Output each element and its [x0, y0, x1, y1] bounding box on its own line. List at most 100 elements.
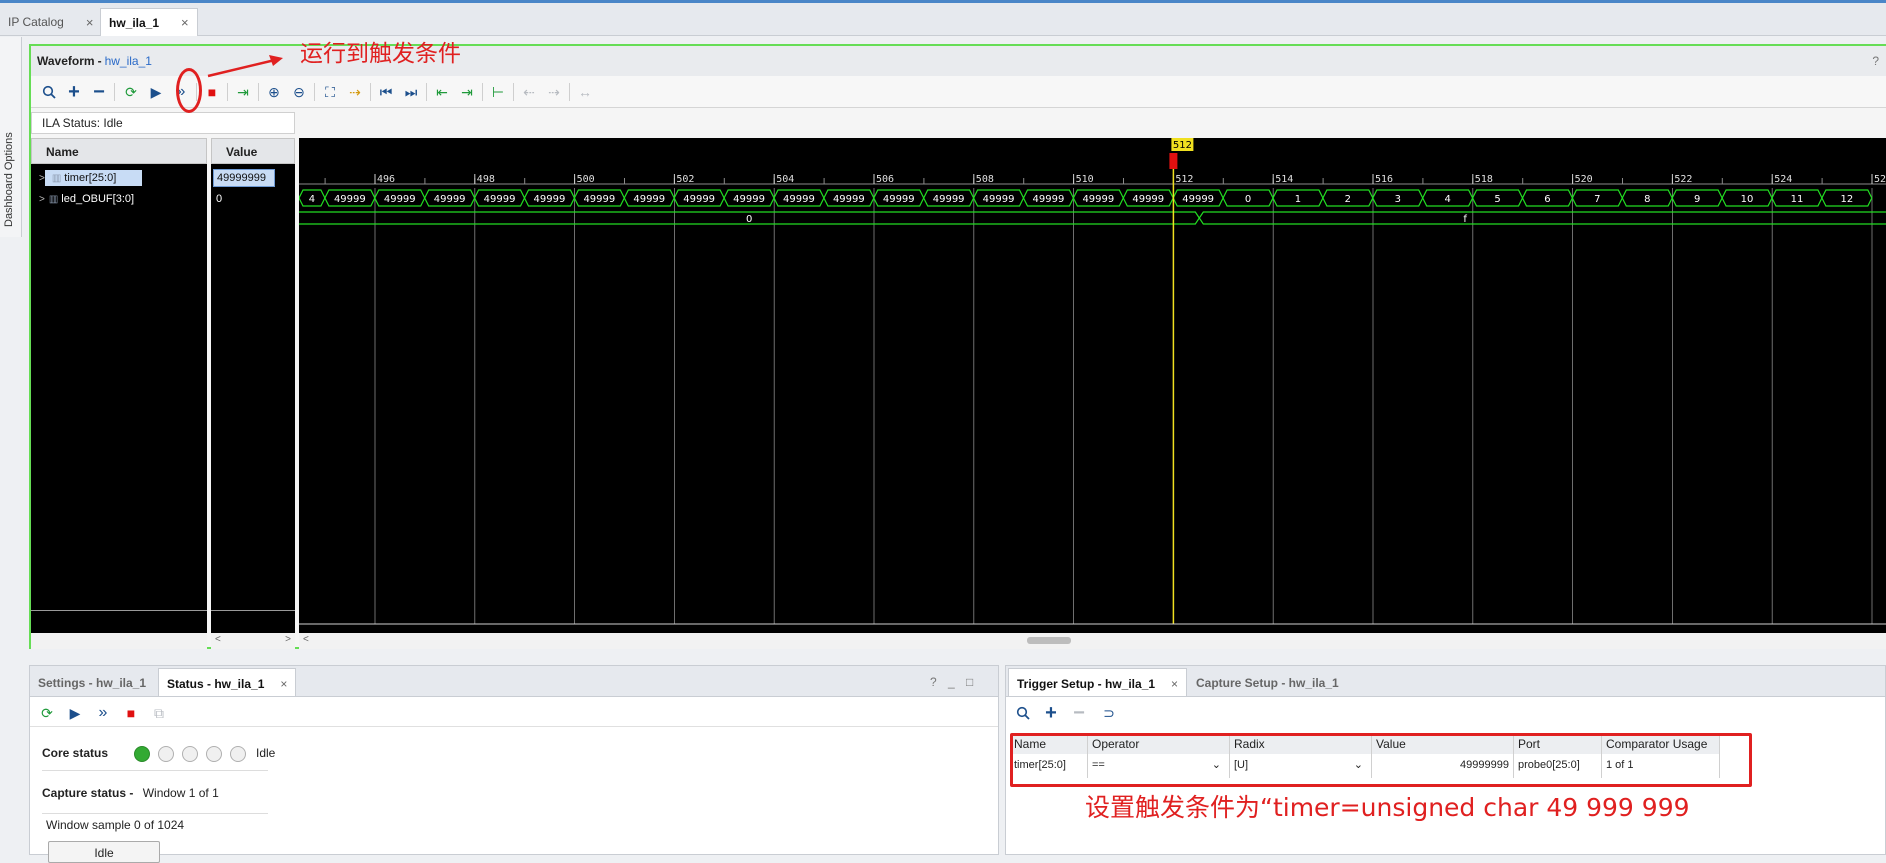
minimize-icon[interactable]: _: [948, 675, 955, 689]
add-marker-icon[interactable]: ⊢: [487, 81, 509, 103]
zoom-in-icon[interactable]: ⊕: [263, 81, 285, 103]
stop-icon[interactable]: ■: [120, 702, 142, 724]
toolbar-divider: [513, 83, 514, 101]
timer-bus-value: 6: [1544, 194, 1550, 205]
refresh-icon[interactable]: ⟳: [120, 81, 142, 103]
timer-bus-value: 7: [1594, 194, 1600, 205]
zoom-out-icon[interactable]: ⊖: [288, 81, 310, 103]
dashboard-options-label[interactable]: Dashboard Options: [3, 132, 15, 227]
ruler-tick-label: 516: [1375, 174, 1393, 185]
ruler-tick-label: 506: [876, 174, 894, 185]
timer-bus-value: 49999: [783, 194, 815, 205]
title-separator: -: [97, 54, 102, 68]
core-status-label: Core status: [42, 746, 109, 760]
timer-bus-value: 11: [1791, 194, 1804, 205]
close-icon[interactable]: ×: [86, 15, 94, 30]
close-icon[interactable]: ×: [1171, 677, 1178, 691]
search-icon[interactable]: [1012, 702, 1034, 724]
signal-row-timer[interactable]: > ▥ timer[25:0]: [31, 167, 207, 189]
ruler-tick-label: 518: [1475, 174, 1493, 185]
waveform-subtitle[interactable]: hw_ila_1: [105, 54, 152, 68]
tab-settings[interactable]: Settings - hw_ila_1: [30, 668, 154, 696]
refresh-icon[interactable]: ⟳: [36, 702, 58, 724]
prev-marker-icon[interactable]: ⇠: [518, 81, 540, 103]
ruler-tick-label: 500: [577, 174, 595, 185]
signal-name: timer[25:0]: [64, 172, 117, 184]
tab-capture-setup[interactable]: Capture Setup - hw_ila_1: [1188, 668, 1347, 696]
scroll-right-icon[interactable]: >: [285, 634, 291, 645]
waveform-window: Waveform - hw_ila_1 ? + − ⟳ ▶ » ■ ⇥ ⊕ ⊖ …: [29, 44, 1886, 649]
ruler-tick-label: 510: [1076, 174, 1094, 185]
tab-label: Settings - hw_ila_1: [38, 676, 147, 690]
search-icon[interactable]: [38, 81, 60, 103]
zoom-fit-icon[interactable]: ⛶: [319, 81, 341, 103]
timer-bus-value: 3: [1395, 194, 1401, 205]
timer-bus-value: 4: [1444, 194, 1450, 205]
value-row-timer: 49999999: [211, 167, 295, 189]
idle-button[interactable]: Idle: [48, 841, 160, 863]
status-panel: Settings - hw_ila_1 Status - hw_ila_1 × ?…: [29, 665, 999, 863]
tab-label: hw_ila_1: [109, 15, 160, 30]
trigger-setup-icon[interactable]: ⧉: [148, 702, 170, 724]
status-light: [158, 746, 174, 762]
scroll-left-icon[interactable]: <: [215, 634, 221, 645]
help-icon[interactable]: ?: [930, 675, 937, 689]
core-status-value: Idle: [256, 746, 276, 760]
run-trigger-icon[interactable]: ▶: [64, 702, 86, 724]
scroll-left-icon[interactable]: <: [303, 634, 309, 645]
toolbar-divider: [426, 83, 427, 101]
help-icon[interactable]: ?: [1872, 54, 1879, 68]
prev-transition-icon[interactable]: ⇤: [431, 81, 453, 103]
waveform-scrollbar[interactable]: <: [299, 633, 1886, 649]
editor-tab-bar: IP Catalog × hw_ila_1 ×: [0, 0, 1886, 36]
close-icon[interactable]: ×: [280, 677, 287, 691]
tab-trigger-setup[interactable]: Trigger Setup - hw_ila_1 ×: [1008, 668, 1188, 696]
name-column-header[interactable]: Name: [31, 138, 207, 164]
expand-icon[interactable]: >: [31, 173, 45, 184]
capture-status-label: Capture status -: [42, 786, 134, 800]
goto-end-icon[interactable]: ⏭: [400, 81, 422, 103]
next-marker-icon[interactable]: ⇢: [543, 81, 565, 103]
add-icon[interactable]: +: [1040, 702, 1062, 724]
export-icon[interactable]: ⇥: [232, 81, 254, 103]
goto-cursor-icon[interactable]: ⇢: [344, 81, 366, 103]
close-icon[interactable]: ×: [181, 15, 189, 30]
capture-status-value: Window 1 of 1: [142, 786, 219, 800]
swap-cursors-icon[interactable]: ↔: [574, 81, 596, 103]
status-toolbar: ⟳ ▶ » ■ ⧉: [30, 697, 998, 727]
waveform-svg[interactable]: 496 498 500 502 504 506 508 510 512 514 516 518 520 5…: [299, 138, 1886, 633]
stop-icon[interactable]: ■: [201, 81, 223, 103]
next-transition-icon[interactable]: ⇥: [456, 81, 478, 103]
tab-ip-catalog[interactable]: IP Catalog ×: [0, 8, 101, 36]
signal-name-panel[interactable]: Name > ▥ timer[25:0] > ▥ led_OBUF[3:0]: [31, 138, 207, 649]
ruler-tick-label: 496: [377, 174, 395, 185]
status-light: [182, 746, 198, 762]
trigger-condition-icon[interactable]: ⊃: [1098, 702, 1120, 724]
dashboard-options-strip[interactable]: Dashboard Options: [0, 37, 22, 237]
led-bus-value: 0: [746, 214, 752, 225]
tab-hw-ila-1[interactable]: hw_ila_1 ×: [100, 8, 198, 36]
remove-icon[interactable]: −: [1068, 702, 1090, 724]
status-light-green: [134, 746, 150, 762]
expand-icon[interactable]: >: [31, 194, 45, 205]
timer-bus-value: 49999: [833, 194, 865, 205]
add-icon[interactable]: +: [63, 81, 85, 103]
signal-row-led[interactable]: > ▥ led_OBUF[3:0]: [31, 188, 207, 210]
waveform-canvas[interactable]: 496 498 500 502 504 506 508 510 512 514 516 518 520 5…: [299, 138, 1886, 633]
signal-name-selected[interactable]: ▥ timer[25:0]: [44, 170, 143, 186]
led-bus-segment: [1198, 211, 1886, 225]
remove-icon[interactable]: −: [88, 81, 110, 103]
divider: [211, 610, 295, 611]
run-trigger-icon[interactable]: ▶: [145, 81, 167, 103]
scrollbar-thumb[interactable]: [1027, 637, 1071, 644]
value-column-header[interactable]: Value: [211, 138, 295, 164]
name-panel-scrollbar[interactable]: [31, 633, 207, 649]
maximize-icon[interactable]: □: [966, 675, 973, 689]
signal-value-panel[interactable]: Value 49999999 0 < >: [211, 138, 295, 649]
goto-start-icon[interactable]: ⏮: [375, 81, 397, 103]
toolbar-divider: [370, 83, 371, 101]
ruler-tick-label: 504: [776, 174, 794, 185]
value-panel-scrollbar[interactable]: < >: [211, 633, 295, 649]
tab-status[interactable]: Status - hw_ila_1 ×: [158, 668, 297, 696]
run-immediate-icon[interactable]: »: [92, 702, 114, 724]
